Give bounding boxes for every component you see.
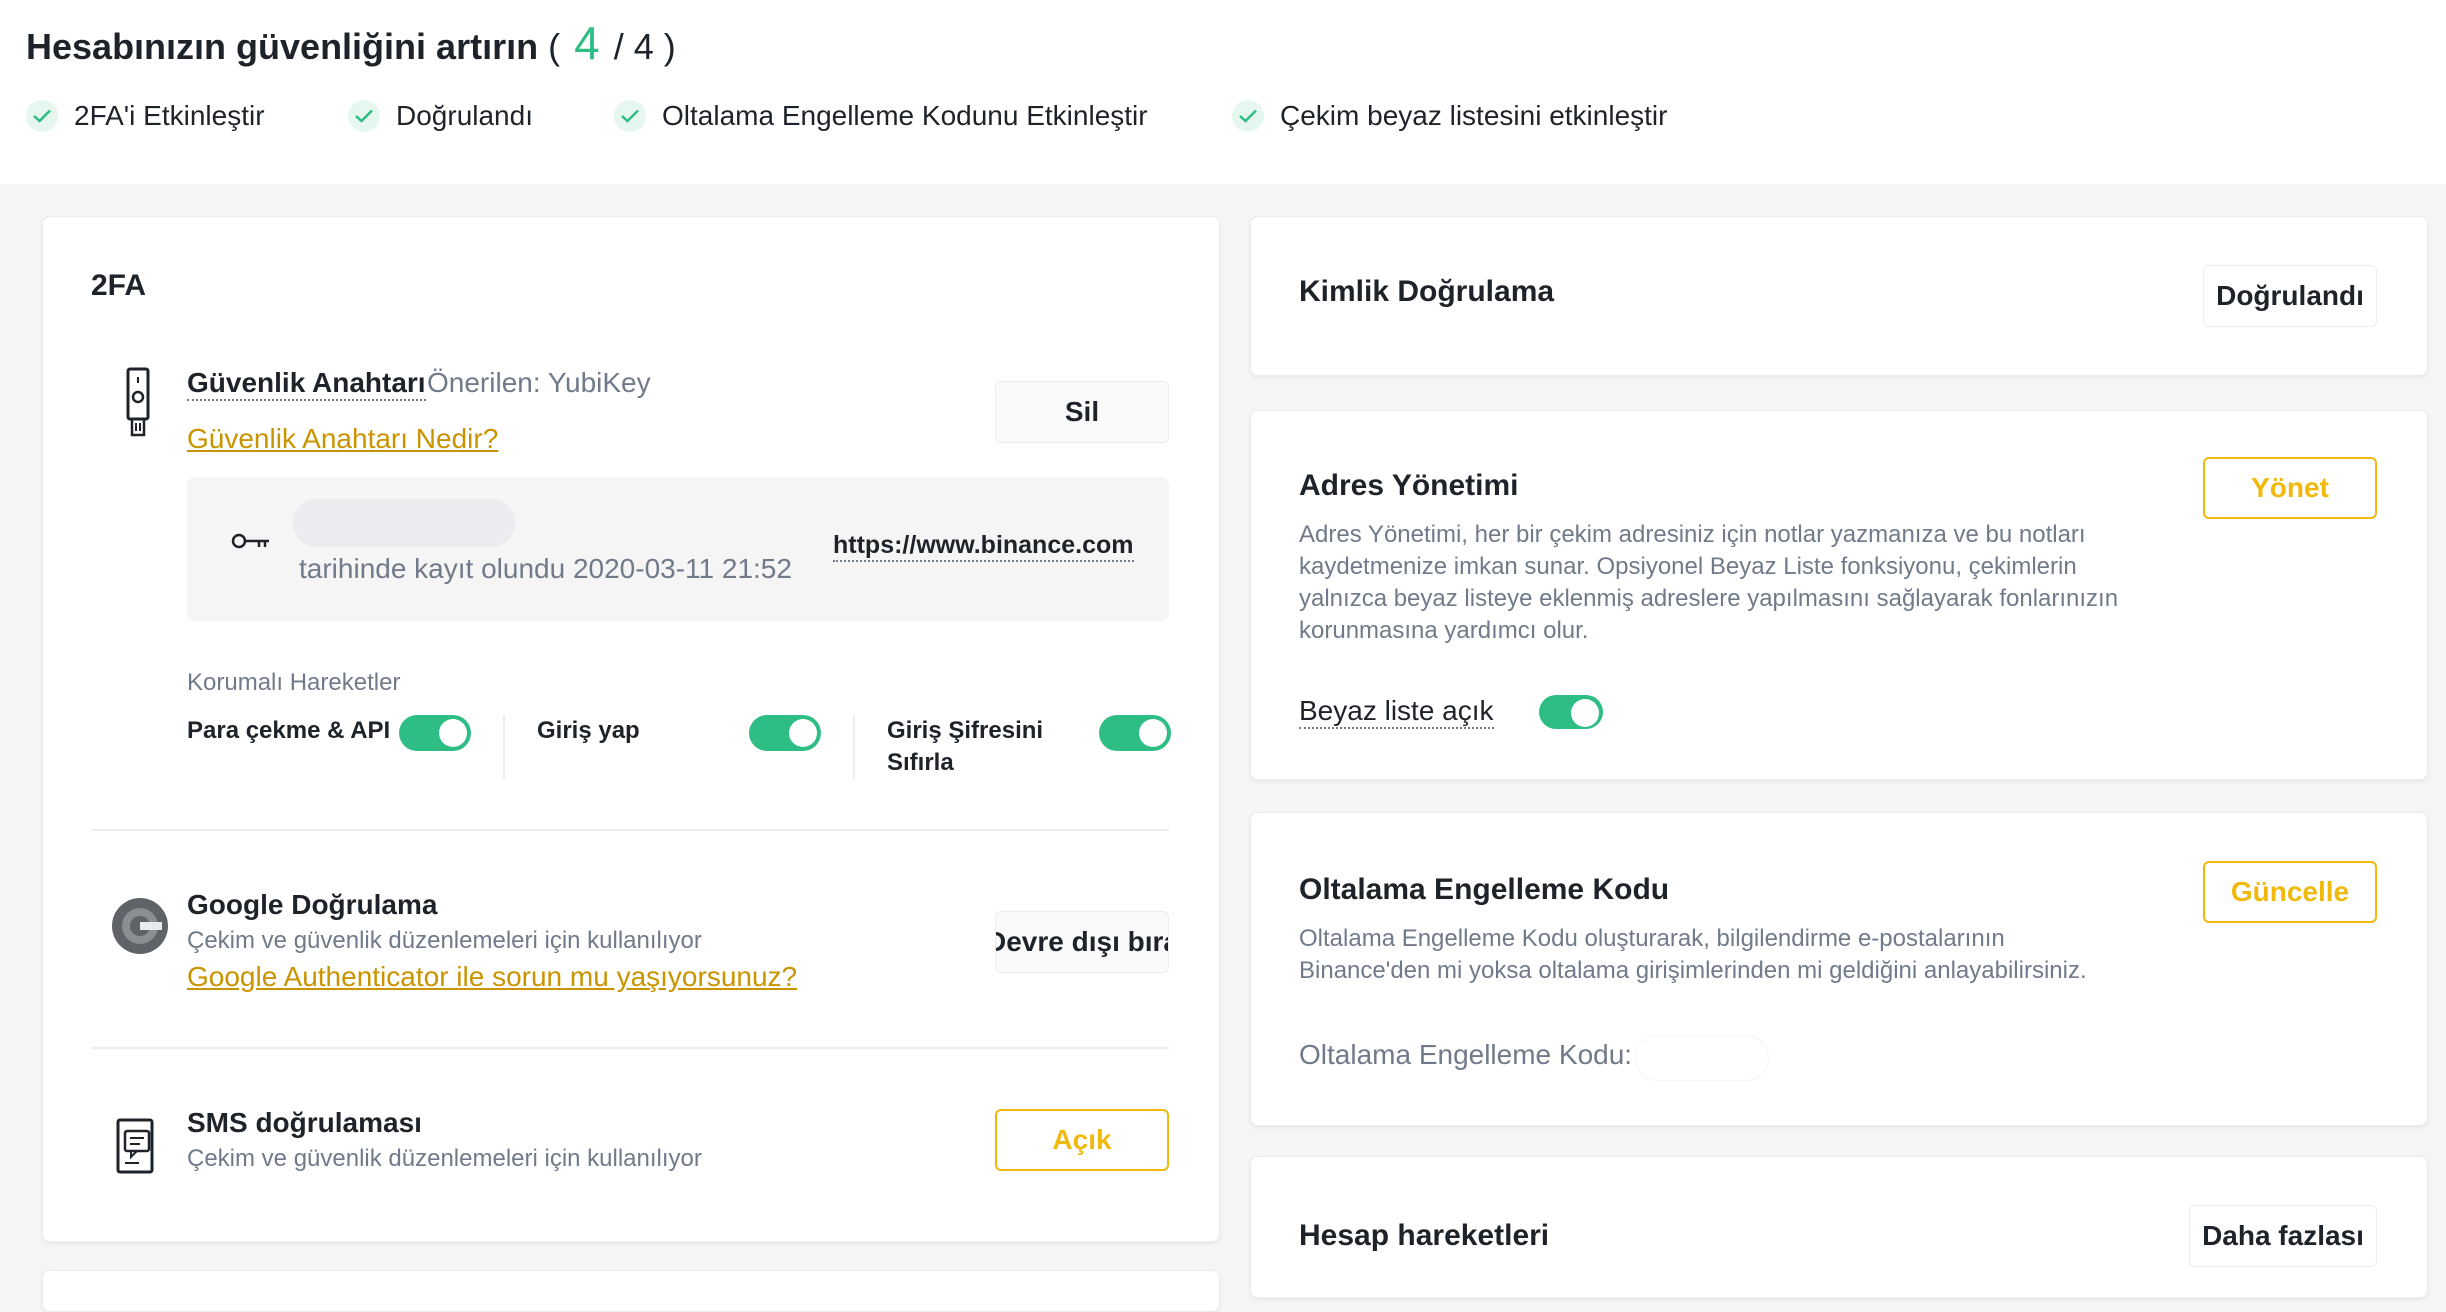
activity-card: Hesap hareketleri Daha fazlası — [1250, 1156, 2428, 1298]
protected-reset-password-label-line1: Giriş Şifresini — [887, 717, 1044, 744]
progress-open: ( — [548, 26, 561, 67]
key-registered-date: tarihinde kayıt olundu 2020-03-11 21:52 — [299, 553, 792, 584]
step-item: 2FA'i Etkinleştir — [26, 96, 265, 136]
section-divider — [91, 829, 1169, 831]
step-item: Oltalama Engelleme Kodunu Etkinleştir — [614, 96, 1148, 136]
google-authenticator-icon — [111, 897, 169, 955]
progress-done: 4 — [574, 17, 600, 69]
activity-title: Hesap hareketleri — [1299, 1219, 1550, 1252]
google-auth-desc: Çekim ve güvenlik düzenlemeleri için kul… — [187, 927, 702, 954]
security-key-recommended: Önerilen: YubiKey — [427, 367, 651, 398]
twofa-card: 2FA Güvenlik Anahtarı Önerilen: YubiKey … — [42, 216, 1220, 1242]
whitelist-label: Beyaz liste açık — [1299, 695, 1494, 729]
antiphishing-code-redacted — [1635, 1035, 1769, 1081]
protected-withdraw-toggle[interactable] — [399, 715, 471, 751]
antiphishing-code-label: Oltalama Engelleme Kodu: — [1299, 1039, 1633, 1070]
sms-desc: Çekim ve güvenlik düzenlemeleri için kul… — [187, 1145, 702, 1172]
protected-reset-password-toggle[interactable] — [1099, 715, 1171, 751]
activity-more-button[interactable]: Daha fazlası — [2189, 1205, 2377, 1267]
step-label: Doğrulandı — [396, 100, 533, 131]
key-site: https://www.binance.com — [833, 531, 1134, 562]
identity-card: Kimlik Doğrulama Doğrulandı — [1250, 216, 2428, 376]
address-desc-line: Adres Yönetimi, her bir çekim adresiniz … — [1299, 521, 2086, 548]
step-label: Oltalama Engelleme Kodunu Etkinleştir — [662, 100, 1148, 131]
check-icon — [348, 100, 380, 132]
google-auth-help-link[interactable]: Google Authenticator ile sorun mu yaşıyo… — [187, 961, 797, 993]
protected-withdraw-label: Para çekme & API — [187, 717, 391, 744]
delete-security-key-button[interactable]: Sil — [995, 381, 1169, 443]
step-item: Doğrulandı — [348, 96, 533, 136]
twofa-title: 2FA — [91, 269, 147, 302]
divider — [503, 715, 505, 779]
protected-login-toggle[interactable] — [749, 715, 821, 751]
page-title: Hesabınızın güvenliğini artırın ( 4 / 4 … — [26, 16, 676, 70]
antiphishing-desc-line: Oltalama Engelleme Kodu oluşturarak, bil… — [1299, 925, 2005, 952]
security-progress-bar: Hesabınızın güvenliğini artırın ( 4 / 4 … — [0, 0, 2446, 184]
antiphishing-card: Oltalama Engelleme Kodu Güncelle Oltalam… — [1250, 812, 2428, 1126]
protected-actions-label: Korumalı Hareketler — [187, 669, 401, 696]
disable-google-auth-button[interactable]: Devre dışı bırak — [995, 911, 1169, 973]
antiphishing-update-button[interactable]: Güncelle — [2203, 861, 2377, 923]
address-desc-line: korunmasına yardımcı olur. — [1299, 617, 1589, 644]
step-label: Çekim beyaz listesini etkinleştir — [1280, 100, 1668, 131]
step-item: Çekim beyaz listesini etkinleştir — [1232, 96, 1667, 136]
security-key-title[interactable]: Güvenlik Anahtarı — [187, 367, 426, 401]
address-card: Adres Yönetimi Yönet Adres Yönetimi, her… — [1250, 410, 2428, 780]
key-icon — [231, 529, 271, 553]
antiphishing-desc-line: Binance'den mi yoksa oltalama girişimler… — [1299, 957, 2087, 984]
sms-icon — [115, 1117, 159, 1177]
protected-reset-password-label-line2: Sıfırla — [887, 749, 954, 776]
sms-title: SMS doğrulaması — [187, 1107, 422, 1138]
check-icon — [1232, 100, 1264, 132]
address-title: Adres Yönetimi — [1299, 469, 1519, 502]
title-text: Hesabınızın güvenliğini artırın — [26, 26, 539, 67]
antiphishing-desc: Oltalama Engelleme Kodu oluşturarak, bil… — [1299, 923, 2199, 987]
registered-key-box: tarihinde kayıt olundu 2020-03-11 21:52 … — [187, 477, 1169, 621]
address-desc-line: yalnızca beyaz listeye eklenmiş adresler… — [1299, 585, 2119, 612]
next-card-partial — [42, 1270, 1220, 1312]
usb-key-icon — [121, 367, 155, 439]
google-auth-title: Google Doğrulama — [187, 889, 438, 920]
check-icon — [26, 100, 58, 132]
section-divider — [91, 1047, 1169, 1049]
antiphishing-title: Oltalama Engelleme Kodu — [1299, 873, 1670, 906]
security-key-help-link[interactable]: Güvenlik Anahtarı Nedir? — [187, 423, 498, 455]
whitelist-toggle[interactable] — [1539, 695, 1603, 729]
step-label: 2FA'i Etkinleştir — [74, 100, 265, 131]
check-icon — [614, 100, 646, 132]
identity-verified-button[interactable]: Doğrulandı — [2203, 265, 2377, 327]
progress-total: / 4 ) — [613, 26, 676, 67]
sms-enable-button[interactable]: Açık — [995, 1109, 1169, 1171]
key-name-redacted — [293, 499, 515, 547]
identity-title: Kimlik Doğrulama — [1299, 275, 1555, 308]
address-desc-line: kaydetmenize imkan sunar. Opsiyonel Beya… — [1299, 553, 2077, 580]
address-desc: Adres Yönetimi, her bir çekim adresiniz … — [1299, 519, 2159, 647]
divider — [853, 715, 855, 779]
protected-login-label: Giriş yap — [537, 717, 640, 744]
disable-google-auth-label: Devre dışı bırak — [996, 926, 1168, 957]
address-manage-button[interactable]: Yönet — [2203, 457, 2377, 519]
